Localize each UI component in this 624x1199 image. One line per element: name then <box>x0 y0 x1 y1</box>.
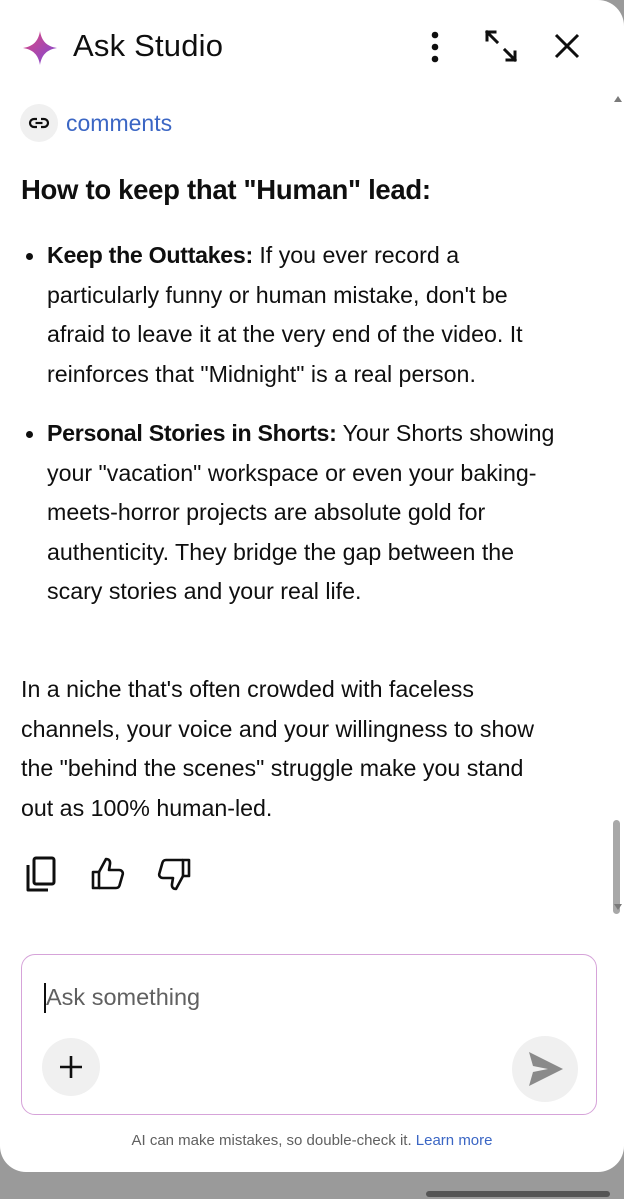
response-paragraph: In a niche that's often crowded with fac… <box>21 676 534 821</box>
close-button[interactable] <box>547 26 587 66</box>
copy-icon <box>26 856 56 892</box>
learn-more-link[interactable]: Learn more <box>416 1132 493 1149</box>
response-list: Keep the Outtakes: If you ever record a … <box>0 236 560 612</box>
home-indicator <box>426 1191 610 1197</box>
ask-studio-panel: Ask Studio comments How to keep that "Hu… <box>0 0 624 1172</box>
sparkle-icon <box>22 30 58 66</box>
scroll-down-arrow[interactable] <box>614 904 622 910</box>
scrollbar[interactable] <box>610 96 624 922</box>
thumbs-down-icon <box>157 858 191 891</box>
ask-input[interactable] <box>46 979 526 1015</box>
list-item: Personal Stories in Shorts: Your Shorts … <box>0 414 560 612</box>
response-actions <box>22 854 220 894</box>
list-item-text: Your Shorts showing your "vacation" work… <box>47 420 555 604</box>
close-icon <box>554 33 580 59</box>
composer <box>21 954 597 1115</box>
source-link-label: comments <box>66 109 173 136</box>
copy-button[interactable] <box>22 854 62 894</box>
send-button[interactable] <box>512 1036 578 1102</box>
expand-icon <box>484 29 518 63</box>
list-item: Keep the Outtakes: If you ever record a … <box>0 236 560 394</box>
more-vert-icon <box>431 31 439 63</box>
disclaimer: AI can make mistakes, so double-check it… <box>0 1132 624 1149</box>
response-heading: How to keep that "Human" lead: <box>21 174 431 205</box>
scrollbar-thumb[interactable] <box>613 820 620 914</box>
send-icon <box>529 1052 563 1086</box>
scroll-up-arrow[interactable] <box>614 96 622 102</box>
panel-title: Ask Studio <box>73 28 224 63</box>
link-icon <box>20 104 58 142</box>
disclaimer-text: AI can make mistakes, so double-check it… <box>131 1132 412 1149</box>
list-item-title: Personal Stories in Shorts: <box>47 420 337 446</box>
chat-response: comments How to keep that "Human" lead: … <box>0 96 610 936</box>
thumbs-up-button[interactable] <box>88 854 128 894</box>
source-link-chip[interactable]: comments <box>20 104 172 142</box>
more-options-button[interactable] <box>415 26 455 66</box>
plus-icon <box>60 1056 82 1078</box>
expand-button[interactable] <box>481 26 521 66</box>
thumbs-up-icon <box>91 857 125 890</box>
thumbs-down-button[interactable] <box>154 854 194 894</box>
list-item-title: Keep the Outtakes: <box>47 242 253 268</box>
add-attachment-button[interactable] <box>42 1038 100 1096</box>
panel-header: Ask Studio <box>0 0 624 96</box>
